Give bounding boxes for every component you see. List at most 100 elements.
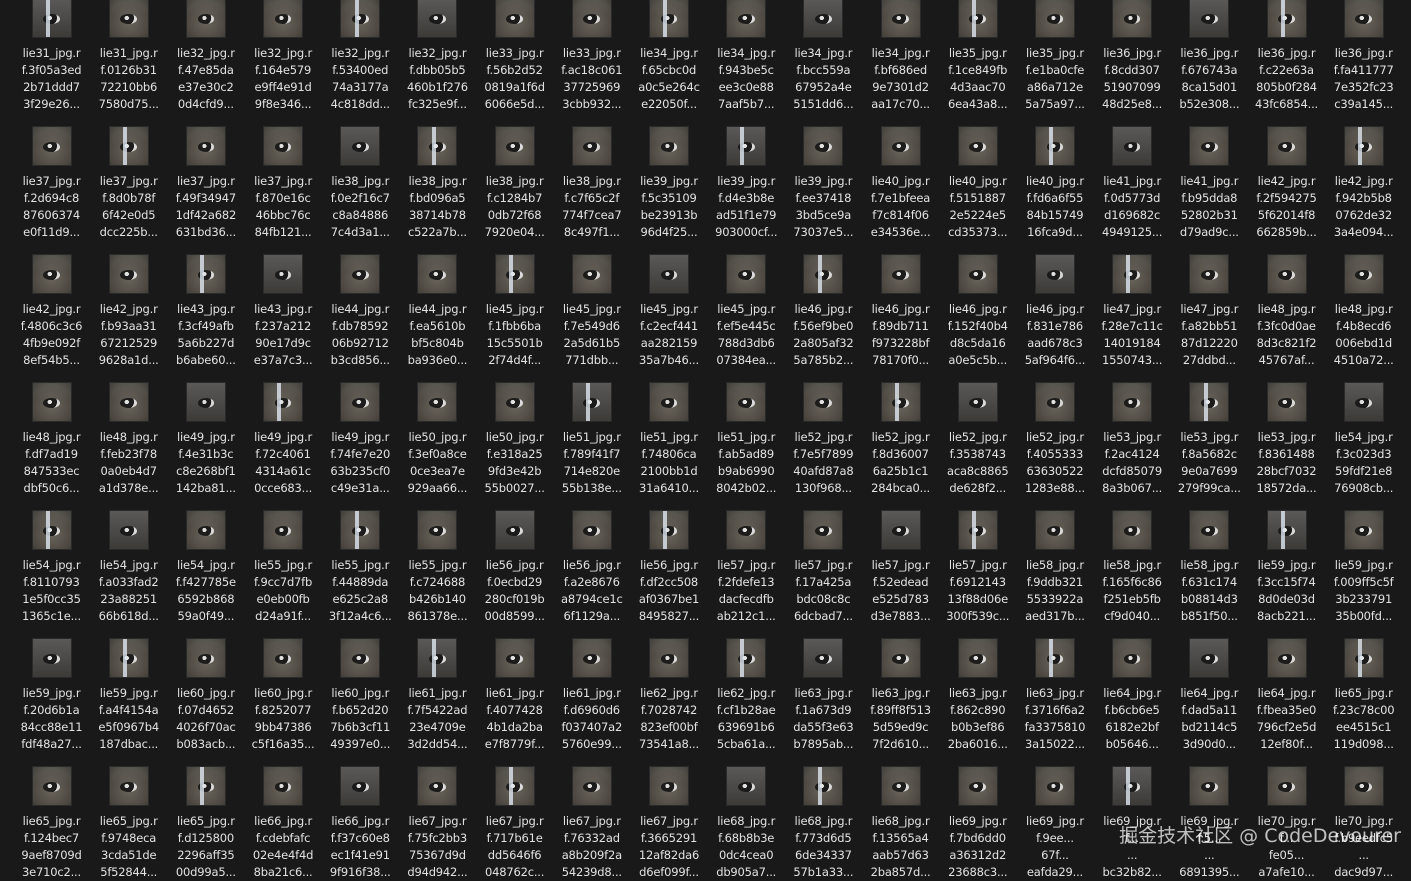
file-tile[interactable]: lie31_jpg.r f.3f05a3ed 2b71ddd7 3f29e26... bbox=[13, 0, 90, 111]
file-tile[interactable]: lie68_jpg.r f.773d6d5 6de34337 57b1a33... bbox=[785, 742, 862, 879]
file-thumbnail[interactable] bbox=[1189, 766, 1230, 806]
file-tile[interactable]: lie42_jpg.r f.4806c3c6 4fb9e092f 8ef54b5... bbox=[13, 230, 90, 367]
file-tile[interactable]: lie34_jpg.r f.943be5c ee3c0e88 7aaf5b7... bbox=[708, 0, 785, 111]
file-thumbnail[interactable] bbox=[803, 510, 844, 550]
file-tile[interactable]: lie31_jpg.r f.0126b31 72210bb6 7580d75... bbox=[90, 0, 167, 111]
file-tile[interactable]: lie60_jpg.r f.8252077 9bb47386 c5f16a35... bbox=[245, 614, 322, 751]
file-tile[interactable]: lie35_jpg.r f.e1ba0cfe a86a712e 5a75a97... bbox=[1016, 0, 1093, 111]
file-thumbnail[interactable] bbox=[185, 254, 226, 294]
file-thumbnail[interactable] bbox=[1343, 254, 1384, 294]
file-thumbnail[interactable] bbox=[1343, 510, 1384, 550]
file-thumbnail[interactable] bbox=[108, 638, 149, 678]
file-thumbnail[interactable] bbox=[108, 766, 149, 806]
file-thumbnail[interactable] bbox=[263, 382, 304, 422]
file-tile[interactable]: lie32_jpg.r f.dbb05b5 460b1f276 fc325e9f... bbox=[399, 0, 476, 111]
file-thumbnail[interactable] bbox=[649, 510, 689, 550]
file-thumbnail[interactable] bbox=[185, 638, 226, 678]
file-thumbnail[interactable] bbox=[1112, 254, 1153, 294]
file-tile[interactable]: lie64_jpg.r f.dad5a11 bd2114c5 3d90d0... bbox=[1171, 614, 1248, 751]
file-tile[interactable]: lie54_jpg.r f.3c023d3 59fdf21e8 76908cb... bbox=[1325, 358, 1402, 495]
file-thumbnail[interactable] bbox=[31, 382, 72, 422]
file-tile[interactable]: lie55_jpg.r f.44889da e625c2a8 3f12a4c6... bbox=[322, 486, 399, 623]
file-thumbnail[interactable] bbox=[1266, 766, 1307, 806]
file-tile[interactable]: lie37_jpg.r f.8d0b78f 6f42e0d5 dcc225b... bbox=[90, 102, 167, 239]
file-tile[interactable]: lie33_jpg.r f.ac18c061 37725969 3cbb932... bbox=[553, 0, 630, 111]
file-thumbnail[interactable] bbox=[1343, 0, 1384, 38]
file-tile[interactable]: lie56_jpg.r f.0ecbd29 280cf019b 00d8599... bbox=[476, 486, 553, 623]
file-tile[interactable]: lie51_jpg.r f.74806ca 2100bb1d 31a6410... bbox=[631, 358, 708, 495]
file-thumbnail[interactable] bbox=[726, 638, 767, 678]
file-thumbnail[interactable] bbox=[803, 638, 844, 678]
file-tile[interactable]: lie36_jpg.r f.c22e63a 805b0f284 43fc6854... bbox=[1248, 0, 1325, 111]
file-thumbnail[interactable] bbox=[649, 382, 689, 422]
file-thumbnail[interactable] bbox=[340, 638, 381, 678]
file-thumbnail[interactable] bbox=[108, 126, 149, 166]
file-thumbnail[interactable] bbox=[803, 254, 844, 294]
file-tile[interactable]: lie60_jpg.r f.b652d20 7b6b3cf11 49397e0... bbox=[322, 614, 399, 751]
file-thumbnail[interactable] bbox=[417, 382, 458, 422]
file-thumbnail[interactable] bbox=[185, 126, 226, 166]
file-thumbnail[interactable] bbox=[957, 0, 998, 38]
file-tile[interactable]: lie62_jpg.r f.7028742 823ef00bf 73541a8... bbox=[631, 614, 708, 751]
file-tile[interactable]: lie59_jpg.r f.20d6b1a 84cc88e11 fdf48a27... bbox=[13, 614, 90, 751]
file-thumbnail[interactable] bbox=[108, 0, 149, 38]
file-tile[interactable]: lie53_jpg.r f.8361488 28bcf7032 18572da... bbox=[1248, 358, 1325, 495]
file-thumbnail[interactable] bbox=[726, 510, 767, 550]
file-thumbnail[interactable] bbox=[571, 382, 612, 422]
file-thumbnail[interactable] bbox=[726, 382, 767, 422]
file-tile[interactable]: lie56_jpg.r f.a2e8676 a8794ce1c 6f1129a... bbox=[553, 486, 630, 623]
file-tile[interactable]: lie45_jpg.r f.7e549d6 2a5d61b5 771dbb... bbox=[553, 230, 630, 367]
file-thumbnail[interactable] bbox=[571, 254, 612, 294]
file-thumbnail[interactable] bbox=[803, 126, 844, 166]
file-tile[interactable]: lie59_jpg.r f.009ff5c5f 3b233791 35b00fd... bbox=[1325, 486, 1402, 623]
file-tile[interactable]: lie65_jpg.r f.23c78c00 ee4515c1 119d098... bbox=[1325, 614, 1402, 751]
file-tile[interactable]: lie42_jpg.r f.942b5b8 0762de32 3a4e094... bbox=[1325, 102, 1402, 239]
file-thumbnail[interactable] bbox=[1189, 0, 1230, 38]
file-tile[interactable]: lie57_jpg.r f.6912143 13f88d06e 300f539c... bbox=[939, 486, 1016, 623]
file-thumbnail[interactable] bbox=[494, 766, 535, 806]
file-tile[interactable]: lie67_jpg.r f.76332ad a8b209f2a 54239d8... bbox=[553, 742, 630, 879]
file-thumbnail[interactable] bbox=[571, 638, 612, 678]
file-thumbnail[interactable] bbox=[1266, 638, 1307, 678]
file-tile[interactable]: lie50_jpg.r f.e318a25 9fd3e42b 55b0027... bbox=[476, 358, 553, 495]
file-thumbnail[interactable] bbox=[340, 510, 381, 550]
file-thumbnail[interactable] bbox=[803, 0, 844, 38]
file-thumbnail[interactable] bbox=[417, 766, 458, 806]
file-thumbnail[interactable] bbox=[880, 382, 921, 422]
file-thumbnail[interactable] bbox=[726, 0, 767, 38]
file-tile[interactable]: lie48_jpg.r f.4b8ecd6 006ebd1d 4510a72... bbox=[1325, 230, 1402, 367]
file-thumbnail[interactable] bbox=[726, 766, 767, 806]
file-thumbnail[interactable] bbox=[649, 638, 689, 678]
file-thumbnail[interactable] bbox=[880, 254, 921, 294]
file-tile[interactable]: lie46_jpg.r f.89db711 f973228bf 78170f0... bbox=[862, 230, 939, 367]
file-thumbnail[interactable] bbox=[494, 510, 535, 550]
file-tile[interactable]: lie39_jpg.r f.d4e3b8e ad51f1e79 903000cf... bbox=[708, 102, 785, 239]
file-tile[interactable]: lie58_jpg.r f.9ddb321 5533922a aed317b... bbox=[1016, 486, 1093, 623]
file-tile[interactable]: lie48_jpg.r f.feb23f78 0a0eb4d7 a1d378e... bbox=[90, 358, 167, 495]
file-thumbnail[interactable] bbox=[571, 0, 612, 38]
file-tile[interactable]: lie42_jpg.r f.2f594275 5f62014f8 662859b... bbox=[1248, 102, 1325, 239]
file-thumbnail[interactable] bbox=[1343, 766, 1384, 806]
file-tile[interactable]: lie61_jpg.r f.7f5422ad 23e4709e 3d2dd54... bbox=[399, 614, 476, 751]
file-thumbnail[interactable] bbox=[957, 510, 998, 550]
file-thumbnail[interactable] bbox=[494, 254, 535, 294]
file-tile[interactable]: lie69_jpg.r f.9ee... 67f... eafda29... bbox=[1016, 742, 1093, 879]
file-thumbnail[interactable] bbox=[417, 126, 458, 166]
file-thumbnail[interactable] bbox=[494, 0, 535, 38]
file-thumbnail[interactable] bbox=[1112, 0, 1153, 38]
file-tile[interactable]: lie65_jpg.r f.d125800 2296aff35 00d99a5... bbox=[167, 742, 244, 879]
file-tile[interactable]: lie62_jpg.r f.cf1b28ae 639691b6 5cba61a... bbox=[708, 614, 785, 751]
file-tile[interactable]: lie46_jpg.r f.152f40b4 d8c5da16 a0e5c5b... bbox=[939, 230, 1016, 367]
file-thumbnail[interactable] bbox=[1266, 0, 1307, 38]
file-tile[interactable]: lie34_jpg.r f.bf686ed 9e7301d2 aa17c70... bbox=[862, 0, 939, 111]
file-thumbnail[interactable] bbox=[185, 382, 226, 422]
file-thumbnail[interactable] bbox=[649, 254, 689, 294]
file-tile[interactable]: lie55_jpg.r f.9cc7d7fb e0eb00fb d24a91f... bbox=[245, 486, 322, 623]
file-tile[interactable]: lie51_jpg.r f.789f41f7 714e820e 55b138e... bbox=[553, 358, 630, 495]
file-thumbnail[interactable] bbox=[1112, 766, 1153, 806]
file-tile[interactable]: lie32_jpg.r f.164e579 e9ff4e91d 9f8e346... bbox=[245, 0, 322, 111]
file-tile[interactable]: lie34_jpg.r f.bcc559a 67952a4e 5151dd6... bbox=[785, 0, 862, 111]
file-thumbnail[interactable] bbox=[880, 126, 921, 166]
file-tile[interactable]: lie33_jpg.r f.56b2d52 0819a1f6d 6066e5d... bbox=[476, 0, 553, 111]
file-tile[interactable]: lie53_jpg.r f.8a5682c 9e0a7699 279f99ca... bbox=[1171, 358, 1248, 495]
